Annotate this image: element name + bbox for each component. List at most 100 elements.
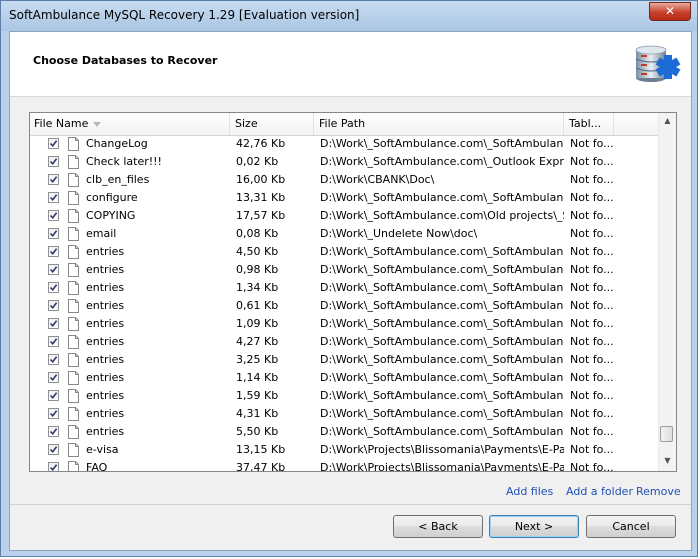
file-icon	[68, 461, 79, 471]
file-name-cell: clb_en_files	[46, 171, 230, 189]
close-icon: ✕	[664, 4, 676, 18]
remove-link[interactable]: Remove	[636, 485, 681, 498]
add-files-link[interactable]: Add files	[506, 485, 553, 498]
file-path: D:\Work\_SoftAmbulance.com\_SoftAmbulanc…	[320, 137, 564, 150]
title-bar[interactable]: SoftAmbulance MySQL Recovery 1.29 [Evalu…	[1, 1, 697, 31]
scroll-down-icon[interactable]: ▼	[662, 457, 673, 465]
checkmark-icon	[49, 338, 58, 346]
vertical-scrollbar[interactable]: ▲ ▼	[658, 113, 676, 471]
file-name-cell: entries	[46, 261, 230, 279]
scrollbar-thumb[interactable]	[660, 426, 673, 442]
checkmark-icon	[49, 230, 58, 238]
table-row[interactable]: FAQ 37,47 Kb D:\Work\Projects\Blissomania\…	[30, 459, 660, 472]
table-row[interactable]: entries 1,34 Kb D:\Work\_SoftAmbulance.com…	[30, 279, 660, 297]
row-checkbox[interactable]	[48, 192, 59, 203]
scroll-up-icon[interactable]: ▲	[662, 117, 673, 125]
column-size[interactable]: Size	[230, 113, 314, 135]
table-row[interactable]: entries 1,59 Kb D:\Work\_SoftAmbulance.com…	[30, 387, 660, 405]
row-checkbox[interactable]	[48, 264, 59, 275]
checkmark-icon	[49, 212, 58, 220]
row-checkbox[interactable]	[48, 462, 59, 471]
row-checkbox[interactable]	[48, 372, 59, 383]
file-icon	[68, 389, 79, 403]
table-row[interactable]: entries 0,98 Kb D:\Work\_SoftAmbulance.com…	[30, 261, 660, 279]
file-name: configure	[86, 191, 138, 204]
row-checkbox[interactable]	[48, 426, 59, 437]
file-icon	[68, 407, 79, 421]
table-row[interactable]: clb_en_files 16,00 Kb D:\Work\CBANK\Doc\ No…	[30, 171, 660, 189]
file-size: 0,02 Kb	[236, 155, 279, 168]
row-checkbox[interactable]	[48, 444, 59, 455]
column-label: File Name	[34, 117, 89, 130]
table-row[interactable]: entries 3,25 Kb D:\Work\_SoftAmbulance.com…	[30, 351, 660, 369]
file-size: 1,34 Kb	[236, 281, 279, 294]
table-row[interactable]: ChangeLog 42,76 Kb D:\Work\_SoftAmbulance.…	[30, 135, 660, 153]
file-path: D:\Work\Projects\Blissomania\Payments\E-…	[320, 461, 564, 472]
next-button[interactable]: Next >	[489, 515, 579, 538]
row-checkbox[interactable]	[48, 282, 59, 293]
file-name: entries	[86, 407, 125, 420]
row-checkbox[interactable]	[48, 408, 59, 419]
checkmark-icon	[49, 248, 58, 256]
back-button[interactable]: < Back	[393, 515, 483, 538]
file-size: 3,25 Kb	[236, 353, 279, 366]
row-checkbox[interactable]	[48, 354, 59, 365]
tables-status: Not fo...	[570, 299, 614, 312]
checkmark-icon	[49, 302, 58, 310]
table-row[interactable]: Check later!!! 0,02 Kb D:\Work\_SoftAmbula…	[30, 153, 660, 171]
file-name: entries	[86, 281, 125, 294]
column-tables[interactable]: Tabl...	[564, 113, 614, 135]
table-row[interactable]: configure 13,31 Kb D:\Work\_SoftAmbulance.…	[30, 189, 660, 207]
column-file-path[interactable]: File Path	[314, 113, 564, 135]
file-path: D:\Work\_SoftAmbulance.com\_SoftAmbulanc…	[320, 353, 564, 366]
database-file-list[interactable]: File Name Size File Path Tabl... ChangeL…	[29, 112, 677, 472]
table-row[interactable]: entries 0,61 Kb D:\Work\_SoftAmbulance.com…	[30, 297, 660, 315]
row-checkbox[interactable]	[48, 210, 59, 221]
row-checkbox[interactable]	[48, 300, 59, 311]
close-button[interactable]: ✕	[649, 2, 691, 21]
file-path: D:\Work\_SoftAmbulance.com\_Outlook Expr…	[320, 155, 564, 168]
tables-status: Not fo...	[570, 425, 614, 438]
file-name: entries	[86, 353, 125, 366]
file-name-cell: entries	[46, 333, 230, 351]
file-name-cell: email	[46, 225, 230, 243]
table-row[interactable]: email 0,08 Kb D:\Work\_Undelete Now\doc\ No…	[30, 225, 660, 243]
file-path: D:\Work\CBANK\Doc\	[320, 173, 435, 186]
cancel-button[interactable]: Cancel	[586, 515, 676, 538]
tables-status: Not fo...	[570, 335, 614, 348]
file-icon	[68, 245, 79, 259]
add-folder-link[interactable]: Add a folder	[566, 485, 633, 498]
checkmark-icon	[49, 464, 58, 471]
row-checkbox[interactable]	[48, 318, 59, 329]
file-icon	[68, 227, 79, 241]
column-label: Tabl...	[569, 117, 602, 130]
file-icon	[68, 371, 79, 385]
column-label: Size	[235, 117, 258, 130]
table-row[interactable]: entries 4,50 Kb D:\Work\_SoftAmbulance.com…	[30, 243, 660, 261]
file-path: D:\Work\_SoftAmbulance.com\_SoftAmbulanc…	[320, 335, 564, 348]
table-row[interactable]: entries 5,50 Kb D:\Work\_SoftAmbulance.com…	[30, 423, 660, 441]
row-checkbox[interactable]	[48, 390, 59, 401]
file-size: 4,31 Kb	[236, 407, 279, 420]
file-name-cell: ChangeLog	[46, 135, 230, 153]
table-row[interactable]: COPYING 17,57 Kb D:\Work\_SoftAmbulance.co…	[30, 207, 660, 225]
file-icon	[68, 443, 79, 457]
column-file-name[interactable]: File Name	[30, 113, 230, 135]
tables-status: Not fo...	[570, 191, 614, 204]
row-checkbox[interactable]	[48, 138, 59, 149]
file-path: D:\Work\_SoftAmbulance.com\_SoftAmbulanc…	[320, 317, 564, 330]
row-checkbox[interactable]	[48, 156, 59, 167]
row-checkbox[interactable]	[48, 174, 59, 185]
file-path: D:\Work\_SoftAmbulance.com\_SoftAmbulanc…	[320, 191, 564, 204]
file-name: email	[86, 227, 117, 240]
sort-down-icon	[93, 121, 102, 127]
table-row[interactable]: e-visa 13,15 Kb D:\Work\Projects\Blissoman…	[30, 441, 660, 459]
row-checkbox[interactable]	[48, 246, 59, 257]
table-row[interactable]: entries 4,31 Kb D:\Work\_SoftAmbulance.com…	[30, 405, 660, 423]
row-checkbox[interactable]	[48, 228, 59, 239]
table-row[interactable]: entries 4,27 Kb D:\Work\_SoftAmbulance.com…	[30, 333, 660, 351]
file-name-cell: entries	[46, 369, 230, 387]
row-checkbox[interactable]	[48, 336, 59, 347]
table-row[interactable]: entries 1,09 Kb D:\Work\_SoftAmbulance.com…	[30, 315, 660, 333]
table-row[interactable]: entries 1,14 Kb D:\Work\_SoftAmbulance.com…	[30, 369, 660, 387]
